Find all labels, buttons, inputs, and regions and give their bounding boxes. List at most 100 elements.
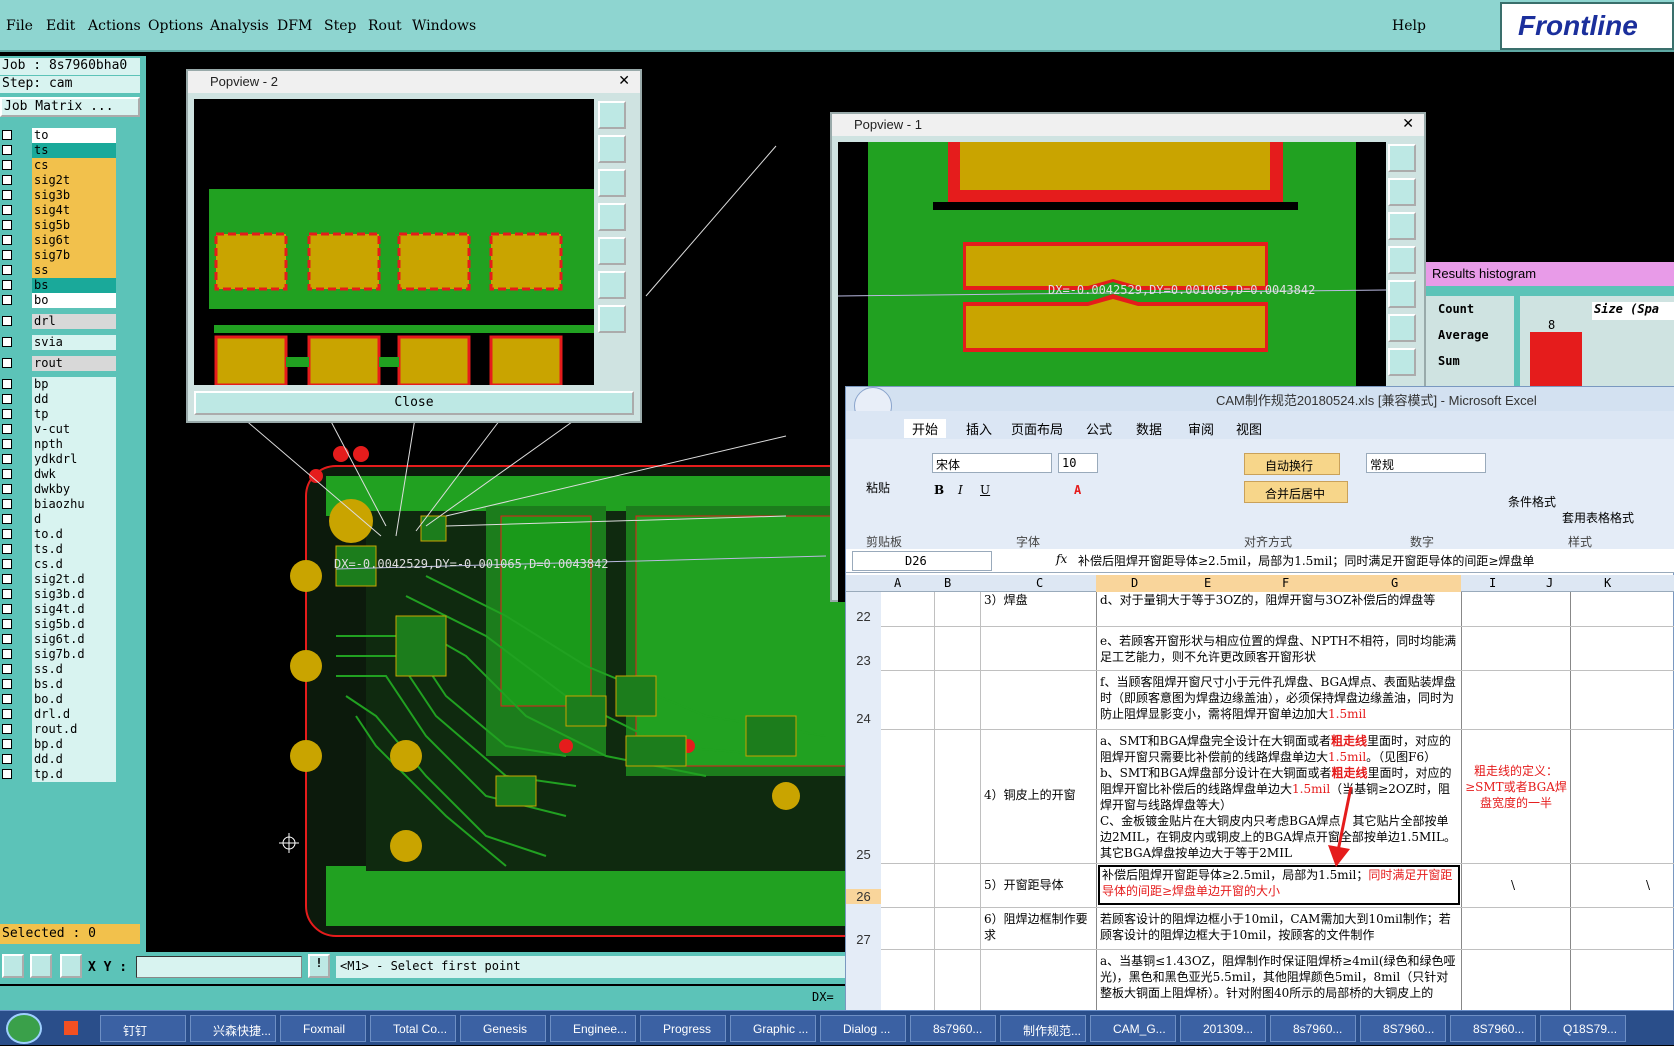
layer-checkbox[interactable] <box>2 709 12 719</box>
layer-row[interactable]: sig3b.d <box>0 587 116 602</box>
underline-button[interactable]: U <box>980 483 990 497</box>
layer-row[interactable]: drl <box>0 314 116 329</box>
taskbar-item[interactable]: Foxmail <box>280 1015 366 1042</box>
layer-checkbox[interactable] <box>2 544 12 554</box>
layer-row[interactable]: cs <box>0 158 116 173</box>
font-name-select[interactable]: 宋体 <box>932 453 1052 473</box>
cell-d24[interactable]: f、当顾客阻焊开窗尺寸小于元件孔焊盘、BGA焊点、表面贴装焊盘时（即顾客意图为焊… <box>1100 674 1458 722</box>
layer-row[interactable]: biaozhu <box>0 497 116 512</box>
taskbar-item[interactable]: 制作规范... <box>1000 1015 1086 1042</box>
layer-row[interactable]: ts.d <box>0 542 116 557</box>
layer-row[interactable]: d <box>0 512 116 527</box>
menu-dfm[interactable]: DFM <box>277 18 312 34</box>
layer-checkbox[interactable] <box>2 250 12 260</box>
col-e[interactable]: E <box>1204 576 1211 590</box>
taskbar-item[interactable]: Graphic ... <box>730 1015 816 1042</box>
layer-checkbox[interactable] <box>2 529 12 539</box>
tab-home[interactable]: 开始 <box>904 419 947 438</box>
xy-input[interactable] <box>136 956 302 978</box>
wrap-text-button[interactable]: 自动换行 <box>1244 453 1340 475</box>
layer-checkbox[interactable] <box>2 160 12 170</box>
cell-c27[interactable]: 6）阻焊边框制作要求 <box>984 911 1094 943</box>
conditional-format-button[interactable]: 条件格式 <box>1508 493 1556 510</box>
measure-tool-icon[interactable] <box>30 954 52 978</box>
menu-actions[interactable]: Actions <box>88 18 141 34</box>
layer-row[interactable]: dwkby <box>0 482 116 497</box>
layer-row[interactable]: sig3b <box>0 188 116 203</box>
layer-row[interactable]: v-cut <box>0 422 116 437</box>
taskbar-item[interactable]: 钉钉 <box>100 1015 186 1042</box>
layer-checkbox[interactable] <box>2 358 12 368</box>
layer-checkbox[interactable] <box>2 724 12 734</box>
close-icon[interactable]: ✕ <box>1402 115 1414 132</box>
layer-row[interactable]: dd.d <box>0 752 116 767</box>
layer-row[interactable]: rout.d <box>0 722 116 737</box>
layer-row[interactable]: dd <box>0 392 116 407</box>
layer-checkbox[interactable] <box>2 589 12 599</box>
windows-icon[interactable] <box>64 1021 78 1035</box>
taskbar-item[interactable]: 8s7960... <box>1270 1015 1356 1042</box>
start-button[interactable] <box>6 1013 42 1044</box>
layer-checkbox[interactable] <box>2 409 12 419</box>
layer-row[interactable]: sig4t.d <box>0 602 116 617</box>
tab-review[interactable]: 审阅 <box>1188 419 1214 438</box>
layer-checkbox[interactable] <box>2 454 12 464</box>
layer-row[interactable]: sig6t <box>0 233 116 248</box>
tab-data[interactable]: 数据 <box>1136 419 1162 438</box>
zoom-home-icon[interactable] <box>598 101 626 129</box>
tab-insert[interactable]: 插入 <box>966 419 992 438</box>
layer-row[interactable]: sig4t <box>0 203 116 218</box>
layer-row[interactable]: sig2t.d <box>0 572 116 587</box>
layer-row[interactable]: sig7b <box>0 248 116 263</box>
layer-checkbox[interactable] <box>2 559 12 569</box>
zoom-out-icon[interactable] <box>598 305 626 333</box>
layer-row[interactable]: bs.d <box>0 677 116 692</box>
pan-up-icon[interactable] <box>598 135 626 163</box>
layer-row[interactable]: ss.d <box>0 662 116 677</box>
menu-options[interactable]: Options <box>148 18 203 34</box>
layer-checkbox[interactable] <box>2 424 12 434</box>
taskbar-item[interactable]: 8s7960... <box>910 1015 996 1042</box>
pan-right-icon[interactable] <box>598 237 626 265</box>
cell-c25[interactable]: 4）铜皮上的开窗 <box>984 787 1094 803</box>
zoom-home-icon[interactable] <box>1388 144 1416 172</box>
menu-help[interactable]: Help <box>1392 18 1426 34</box>
taskbar-item[interactable]: 201309... <box>1180 1015 1266 1042</box>
paste-button[interactable]: 粘贴 <box>866 479 890 496</box>
layer-row[interactable]: sig5b <box>0 218 116 233</box>
merge-center-button[interactable]: 合并后居中 <box>1244 481 1348 503</box>
layer-checkbox[interactable] <box>2 379 12 389</box>
taskbar-item[interactable]: 8S7960... <box>1360 1015 1446 1042</box>
layer-row[interactable]: rout <box>0 356 116 371</box>
menu-analysis[interactable]: Analysis <box>210 18 269 34</box>
layer-checkbox[interactable] <box>2 394 12 404</box>
grid-tool-icon[interactable] <box>60 954 82 978</box>
row-23[interactable]: 23 <box>846 653 881 668</box>
taskbar-item[interactable]: Dialog ... <box>820 1015 906 1042</box>
pan-down-icon[interactable] <box>1388 212 1416 240</box>
taskbar-item[interactable]: Total Co... <box>370 1015 456 1042</box>
layer-checkbox[interactable] <box>2 280 12 290</box>
layer-row[interactable]: sig6t.d <box>0 632 116 647</box>
row-26[interactable]: 26 <box>846 889 881 904</box>
menu-edit[interactable]: Edit <box>46 18 75 34</box>
cell-c22[interactable]: 3）焊盘 <box>984 592 1094 608</box>
taskbar-item[interactable]: Progress <box>640 1015 726 1042</box>
layer-row[interactable]: bs <box>0 278 116 293</box>
layer-checkbox[interactable] <box>2 265 12 275</box>
layer-checkbox[interactable] <box>2 769 12 779</box>
taskbar-item[interactable]: Enginee... <box>550 1015 636 1042</box>
pan-right-icon[interactable] <box>1388 280 1416 308</box>
layer-row[interactable]: bp <box>0 377 116 392</box>
zoom-out-icon[interactable] <box>1388 348 1416 376</box>
italic-button[interactable]: I <box>958 483 963 497</box>
layer-checkbox[interactable] <box>2 604 12 614</box>
layer-row[interactable]: ts <box>0 143 116 158</box>
histogram-sum[interactable]: Sum <box>1438 354 1460 368</box>
layer-row[interactable]: bo <box>0 293 116 308</box>
col-j[interactable]: J <box>1546 576 1553 590</box>
layer-checkbox[interactable] <box>2 664 12 674</box>
tab-view[interactable]: 视图 <box>1236 419 1262 438</box>
close-icon[interactable]: ✕ <box>618 72 630 89</box>
cell-k26[interactable]: \ <box>1646 877 1650 893</box>
